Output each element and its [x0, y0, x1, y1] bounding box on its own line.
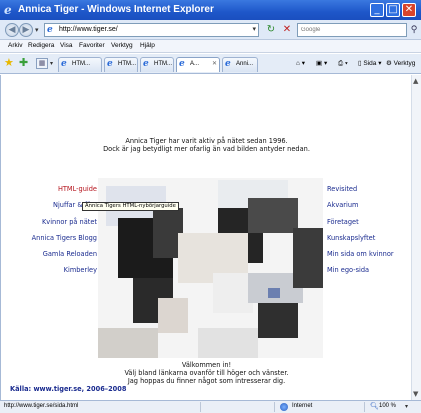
tab-label: HTM...: [72, 61, 90, 67]
favorites-star-icon[interactable]: ★: [4, 57, 14, 69]
menu-visa[interactable]: Visa: [60, 42, 73, 49]
zoom-icon[interactable]: 🔍︎: [370, 402, 379, 410]
link-blogg[interactable]: Annica Tigers Blogg: [32, 234, 97, 250]
scroll-up-icon[interactable]: ▲: [413, 77, 418, 85]
page-icon: e: [143, 59, 149, 69]
minimize-button[interactable]: _: [370, 3, 384, 17]
tab-label: Anni...: [236, 61, 254, 67]
right-link-list: Revisited Akvarium Företaget Kunskapslyf…: [327, 185, 394, 283]
link-foretaget[interactable]: Företaget: [327, 218, 394, 234]
tab-list-chevron-down-icon[interactable]: ▾: [50, 60, 53, 67]
address-field[interactable]: e http://www.tiger.se/ ▾: [44, 23, 259, 37]
close-tab-icon[interactable]: ✕: [212, 58, 217, 71]
intro-line-2: Dock är jag betydligt mer ofarlig än vad…: [103, 145, 310, 153]
tab-label: HTM...: [118, 61, 136, 67]
menu-redigera[interactable]: Redigera: [28, 42, 54, 49]
link-kvinnor-pa-natet[interactable]: Kvinnor på nätet: [32, 218, 97, 234]
outro-text: Välkommen in! Välj bland länkarna ovanfö…: [1, 361, 412, 385]
tab-5[interactable]: e Anni...: [222, 57, 258, 72]
window-title: Annica Tiger - Windows Internet Explorer: [18, 4, 214, 15]
vertical-scrollbar[interactable]: ▲ ▼: [411, 75, 421, 400]
intro-line-1: Annica Tiger har varit aktiv på nätet se…: [125, 137, 288, 145]
link-tooltip: Annica Tigers HTML-nybörjarguide: [82, 202, 179, 211]
address-row: ◀ ▶ ▾ e http://www.tiger.se/ ▾ ↻ ✕ ⚲: [0, 20, 421, 40]
stop-icon[interactable]: ✕: [280, 23, 294, 37]
maximize-button[interactable]: □: [386, 3, 400, 17]
tab-bar: ★ ✚ ▦ ▾ e HTM... e HTM... e HTM... e A..…: [0, 54, 421, 74]
close-button[interactable]: ✕: [402, 3, 416, 17]
menu-favoriter[interactable]: Favoriter: [79, 42, 105, 49]
tools-menu-label: Verktyg: [393, 60, 416, 67]
tools-menu-button[interactable]: ⚙ Verktyg: [386, 57, 415, 71]
menu-arkiv[interactable]: Arkiv: [8, 42, 22, 49]
link-gamla-reloaden[interactable]: Gamla Reloaden: [32, 250, 97, 266]
link-kunskapslyftet[interactable]: Kunskapslyftet: [327, 234, 394, 250]
security-zone: Internet: [292, 403, 313, 409]
print-icon[interactable]: ⎙ ▾: [338, 57, 348, 71]
page-icon: e: [61, 59, 67, 69]
menu-hjalp[interactable]: Hjälp: [140, 42, 155, 49]
tab-label: A...: [190, 61, 200, 67]
back-button[interactable]: ◀: [5, 23, 19, 37]
page-icon: e: [179, 59, 185, 69]
source-credit: Källa: www.tiger.se, 2006–2008: [10, 385, 127, 393]
page-icon: e: [107, 59, 113, 69]
tab-label: HTM...: [154, 61, 172, 67]
page-menu-button[interactable]: ▯ Sida ▾: [358, 57, 381, 71]
status-divider: [364, 402, 365, 412]
recent-pages-chevron-down-icon[interactable]: ▾: [35, 26, 39, 34]
left-link-list: HTML-guide Njuffar & fäst Kvinnor på nät…: [32, 185, 97, 283]
quick-tabs-icon[interactable]: ▦: [36, 58, 48, 69]
search-icon[interactable]: ⚲: [408, 23, 420, 37]
link-kimberley[interactable]: Kimberley: [32, 266, 97, 282]
forward-button[interactable]: ▶: [19, 23, 33, 37]
menu-bar: Arkiv Redigera Visa Favoriter Verktyg Hj…: [0, 40, 421, 53]
search-box[interactable]: [297, 23, 407, 37]
search-input[interactable]: [298, 24, 406, 36]
add-favorite-icon[interactable]: ✚: [19, 57, 28, 69]
zoom-chevron-down-icon[interactable]: ▾: [405, 403, 408, 410]
link-revisited[interactable]: Revisited: [327, 185, 394, 201]
title-bar: e Annica Tiger - Windows Internet Explor…: [0, 0, 421, 20]
scroll-down-icon[interactable]: ▼: [413, 390, 418, 398]
page-menu-label: Sida: [363, 60, 377, 67]
address-chevron-down-icon[interactable]: ▾: [252, 25, 256, 33]
status-divider: [274, 402, 275, 412]
link-akvarium[interactable]: Akvarium: [327, 201, 394, 217]
menu-verktyg[interactable]: Verktyg: [111, 42, 133, 49]
tab-2[interactable]: e HTM...: [104, 57, 138, 72]
tab-1[interactable]: e HTM...: [58, 57, 102, 72]
link-min-ego-sida[interactable]: Min ego-sida: [327, 266, 394, 282]
tab-4[interactable]: e A... ✕: [176, 57, 220, 72]
link-min-sida-om-kvinnor[interactable]: Min sida om kvinnor: [327, 250, 394, 266]
status-divider: [200, 402, 201, 412]
status-bar: http://www.tiger.se/sida.html Internet 🔍…: [0, 400, 421, 413]
intro-text: Annica Tiger har varit aktiv på nätet se…: [1, 137, 412, 153]
address-url[interactable]: http://www.tiger.se/: [59, 26, 118, 33]
outro-line-1: Välkommen in!: [181, 361, 232, 369]
home-icon[interactable]: ⌂ ▾: [296, 57, 305, 71]
refresh-icon[interactable]: ↻: [264, 23, 278, 37]
page-icon: e: [225, 59, 231, 69]
outro-line-3: Jag hoppas du finner något som intresser…: [127, 377, 286, 385]
internet-zone-icon: [280, 403, 288, 411]
feeds-icon[interactable]: ▣ ▾: [316, 57, 327, 71]
page-icon: e: [47, 25, 53, 35]
internet-explorer-icon: e: [4, 3, 12, 17]
status-url: http://www.tiger.se/sida.html: [4, 403, 79, 409]
page-content: Annica Tiger har varit aktiv på nätet se…: [0, 75, 411, 400]
zoom-level[interactable]: 100 %: [379, 403, 396, 409]
outro-line-2: Välj bland länkarna ovanför till höger o…: [124, 369, 289, 377]
tab-3[interactable]: e HTM...: [140, 57, 174, 72]
link-html-guide[interactable]: HTML-guide: [32, 185, 97, 201]
